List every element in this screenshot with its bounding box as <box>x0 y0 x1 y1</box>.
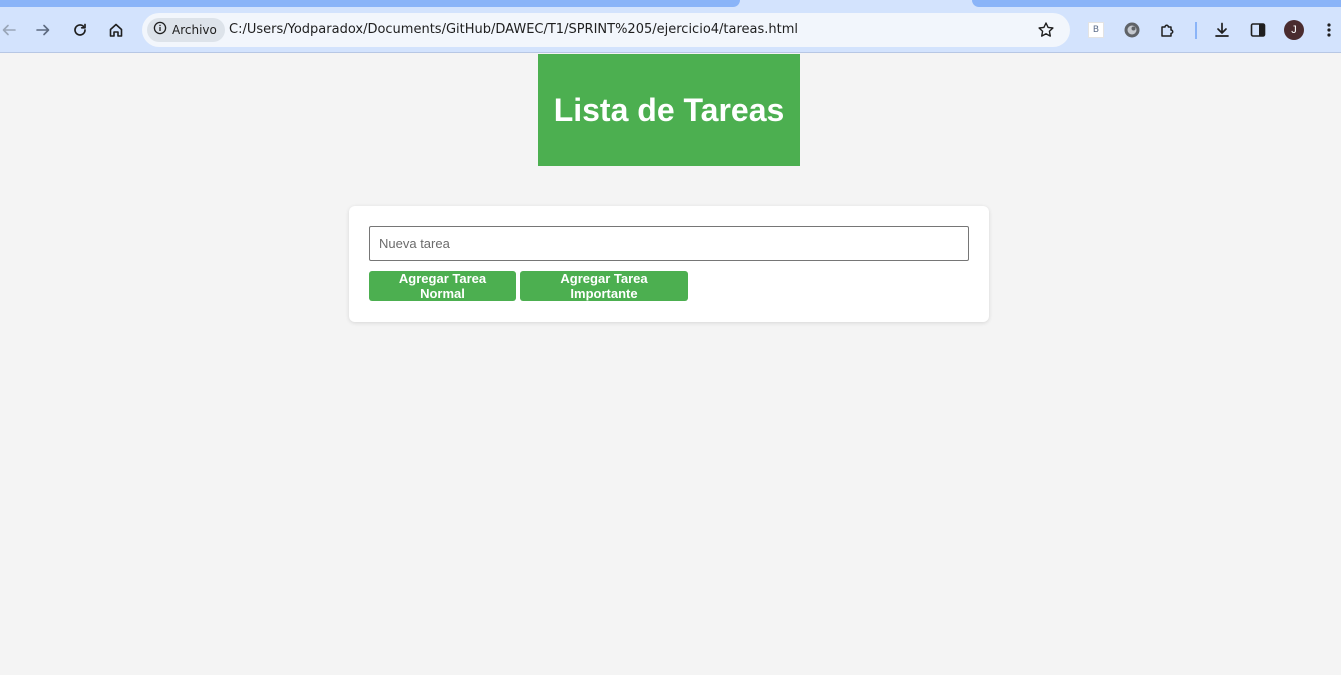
back-icon[interactable] <box>0 18 21 42</box>
page-title: Lista de Tareas <box>553 91 785 128</box>
new-task-input[interactable] <box>369 226 969 261</box>
home-icon[interactable] <box>104 18 128 42</box>
extension-cookie-icon[interactable] <box>1120 18 1144 42</box>
download-icon[interactable] <box>1210 18 1234 42</box>
url-text[interactable]: C:/Users/Yodparadox/Documents/GitHub/DAW… <box>229 22 798 37</box>
avatar[interactable]: J <box>1284 20 1304 40</box>
forward-icon[interactable] <box>31 18 55 42</box>
site-info-label: Archivo <box>172 23 217 37</box>
bookmark-star-icon[interactable] <box>1035 19 1057 41</box>
task-form-card: Agregar Tarea Normal Agregar Tarea Impor… <box>349 206 989 322</box>
extension-icon[interactable]: B <box>1088 22 1104 38</box>
page-header: Lista de Tareas <box>538 54 800 166</box>
info-icon <box>153 21 167 40</box>
reload-icon[interactable] <box>68 18 92 42</box>
menu-icon[interactable] <box>1317 18 1341 42</box>
puzzle-icon[interactable] <box>1156 18 1180 42</box>
add-important-task-button[interactable]: Agregar Tarea Importante <box>520 271 688 301</box>
site-info-chip[interactable]: Archivo <box>147 18 225 42</box>
tab-inactive-right[interactable] <box>972 0 1341 7</box>
address-bar[interactable]: Archivo C:/Users/Yodparadox/Documents/Gi… <box>142 13 1070 47</box>
toolbar-separator <box>1195 22 1197 39</box>
tab-inactive-left[interactable] <box>0 0 740 7</box>
side-panel-icon[interactable] <box>1246 18 1270 42</box>
tab-strip <box>0 0 1341 7</box>
browser-toolbar: Archivo C:/Users/Yodparadox/Documents/Gi… <box>0 7 1341 53</box>
add-normal-task-button[interactable]: Agregar Tarea Normal <box>369 271 516 301</box>
